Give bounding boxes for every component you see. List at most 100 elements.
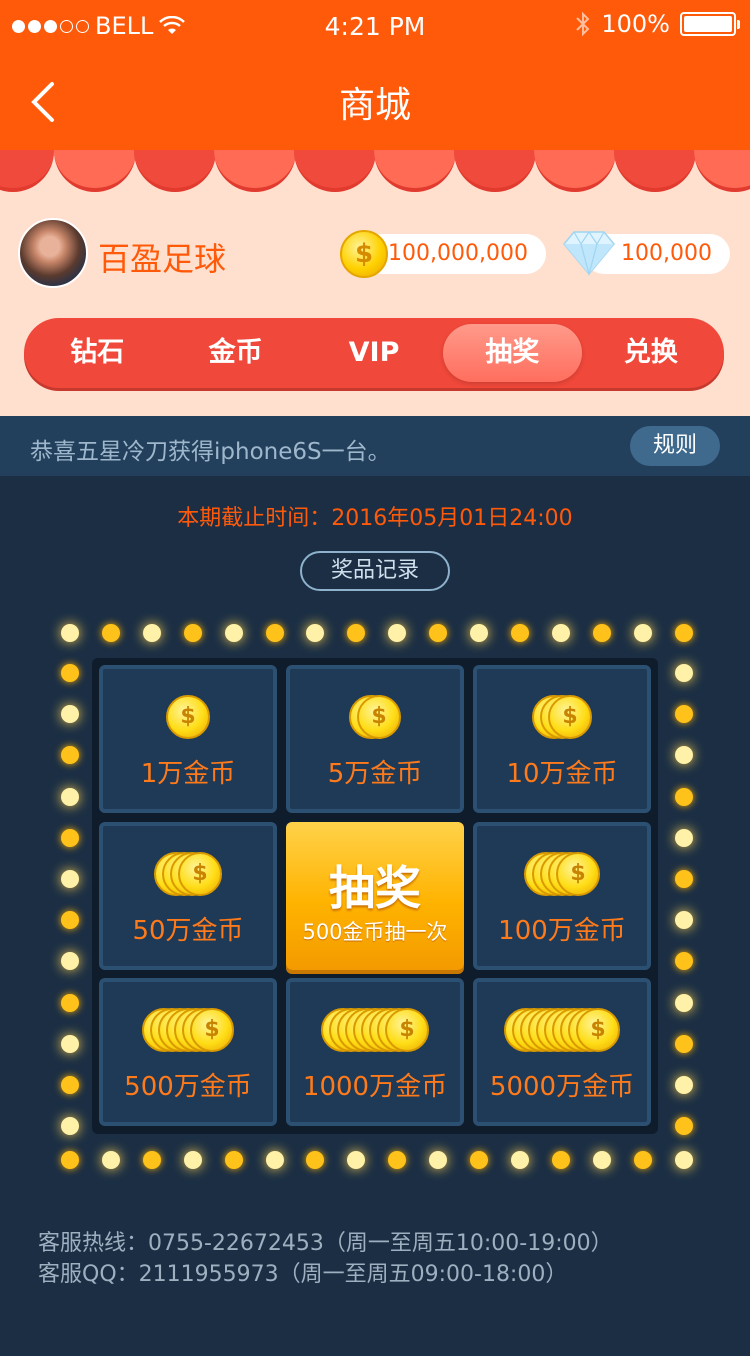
gold-coin-icon: $ [357, 695, 401, 739]
username: 百盈足球 [98, 240, 227, 278]
prize-records-button[interactable]: 奖品记录 [300, 551, 450, 591]
lottery-board: $ 1万金币 $ 5万金币 $ 10万金币 $ 50万金币 抽奖 500金币抽一… [92, 658, 658, 1134]
light-bulb [675, 870, 693, 888]
awning-decoration [0, 150, 750, 194]
light-bulb [675, 1034, 693, 1053]
status-bar: BELL 4:21 PM 100% [0, 0, 750, 52]
light-bulb [61, 787, 79, 806]
draw-title: 抽奖 [329, 861, 421, 915]
light-bulb [61, 1034, 79, 1053]
coin-stack-icon: $ [477, 852, 647, 900]
light-bulb [592, 624, 611, 642]
prize-label: 1000万金币 [302, 1072, 448, 1102]
prize-cell: $ 5000万金币 [473, 978, 651, 1126]
light-bulb [61, 870, 79, 888]
light-bulb [470, 1151, 488, 1169]
tab-vip[interactable]: VIP [305, 324, 443, 382]
gold-coin-icon: $ [178, 852, 222, 896]
prize-label: 1万金币 [140, 759, 236, 789]
light-bulb [61, 746, 79, 765]
tab-diamonds[interactable]: 钻石 [28, 324, 166, 382]
light-bulb [633, 1151, 652, 1169]
light-bulb [510, 624, 529, 642]
prize-label: 100万金币 [498, 916, 626, 946]
light-bulb [633, 624, 652, 642]
coin-stack-icon: $ [477, 1008, 647, 1056]
nav-bar: 商城 [0, 52, 750, 150]
light-bulb [675, 993, 693, 1012]
coin-stack-icon: $ [290, 695, 460, 743]
light-bulb [61, 664, 79, 682]
shop-tabs: 钻石 金币 VIP 抽奖 兑换 [24, 318, 724, 388]
status-right: 100% [575, 10, 740, 38]
light-bulb [674, 1151, 693, 1169]
prize-cell: $ 100万金币 [473, 822, 651, 970]
gold-coin-icon: $ [385, 1008, 429, 1052]
light-bulb [388, 624, 407, 642]
light-bulb [675, 746, 693, 765]
light-bulb [61, 1151, 79, 1169]
light-bulb [429, 1151, 448, 1169]
coin-stack-icon: $ [477, 695, 647, 743]
draw-cost: 500金币抽一次 [302, 920, 448, 944]
draw-button[interactable]: 抽奖 500金币抽一次 [286, 822, 464, 970]
battery-icon [680, 12, 740, 36]
light-bulb [142, 1151, 161, 1169]
light-bulb [101, 1151, 120, 1169]
light-bulb [675, 705, 693, 724]
light-bulb [183, 1151, 202, 1169]
light-bulb [224, 624, 243, 642]
light-bulb [61, 705, 79, 724]
gold-coin-icon: $ [166, 695, 210, 739]
tab-lottery[interactable]: 抽奖 [443, 324, 582, 382]
prize-label: 5000万金币 [489, 1072, 635, 1102]
light-bulb [510, 1151, 529, 1169]
light-bulb [551, 624, 570, 642]
coin-stack-icon: $ [103, 1008, 273, 1056]
light-bulb [675, 828, 693, 847]
light-bulb [388, 1151, 407, 1169]
prize-cell: $ 10万金币 [473, 665, 651, 813]
light-bulb [183, 624, 202, 642]
gold-coin-icon: $ [576, 1008, 620, 1052]
service-hotline: 客服热线：0755-22672453（周一至周五10:00-19:00） [38, 1231, 613, 1256]
light-bulb [101, 624, 120, 642]
page-title: 商城 [338, 85, 411, 126]
light-bulb [675, 952, 693, 971]
customer-service-info: 客服热线：0755-22672453（周一至周五10:00-19:00） 客服Q… [38, 1228, 613, 1290]
gold-coin-icon: $ [556, 852, 600, 896]
light-bulb [347, 1151, 366, 1169]
light-bulb [675, 911, 693, 930]
light-bulb [675, 664, 693, 682]
winner-notice: 恭喜五星冷刀获得iphone6S一台。 规则 [0, 416, 750, 476]
prize-label: 500万金币 [124, 1072, 252, 1102]
coin-stack-icon: $ [103, 695, 273, 743]
avatar[interactable] [18, 218, 88, 288]
light-bulb [142, 624, 161, 642]
coin-balance: 100,000,000 [362, 234, 546, 274]
light-bulb [592, 1151, 611, 1169]
gold-coin-icon: $ [548, 695, 592, 739]
light-bulb [675, 1076, 693, 1094]
light-bulb [675, 787, 693, 806]
light-bulb [61, 1076, 79, 1094]
profile-section: 百盈足球 100,000,000 $ 100,000 钻石 金币 VIP 抽奖 … [0, 194, 750, 416]
prize-label: 10万金币 [506, 759, 618, 789]
light-bulb [306, 624, 325, 642]
tab-exchange[interactable]: 兑换 [582, 324, 720, 382]
tab-coins[interactable]: 金币 [166, 324, 304, 382]
diamond-icon [563, 230, 615, 276]
light-bulb [265, 1151, 284, 1169]
light-bulb [470, 624, 488, 642]
light-bulb [61, 911, 79, 930]
prize-cell: $ 1万金币 [99, 665, 277, 813]
prize-cell: $ 50万金币 [99, 822, 277, 970]
notice-text: 恭喜五星冷刀获得iphone6S一台。 [30, 439, 391, 465]
prize-cell: $ 1000万金币 [286, 978, 464, 1126]
battery-percent: 100% [601, 10, 670, 38]
rules-button[interactable]: 规则 [630, 426, 720, 466]
prize-cell: $ 5万金币 [286, 665, 464, 813]
light-bulb [61, 952, 79, 971]
light-bulb [61, 993, 79, 1012]
light-bulb [224, 1151, 243, 1169]
